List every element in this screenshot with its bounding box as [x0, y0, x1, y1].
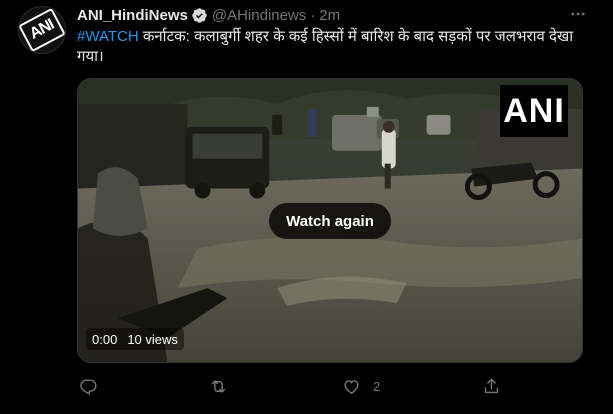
- tweet-body: कर्नाटक: कलाबुर्गी शहर के कई हिस्सों में…: [77, 28, 574, 65]
- display-name[interactable]: ANI_HindiNews: [77, 7, 188, 24]
- view-count: 10 views: [127, 331, 178, 347]
- like-count: 2: [373, 378, 381, 394]
- like-button[interactable]: 2: [342, 374, 380, 398]
- tweet-text: #WATCH कर्नाटक: कलाबुर्गी शहर के कई हिस्…: [77, 27, 592, 67]
- ani-watermark: ANI: [500, 85, 568, 137]
- handle[interactable]: @AHindinews: [212, 7, 306, 24]
- avatar[interactable]: ANI: [18, 6, 66, 54]
- share-button[interactable]: [482, 374, 513, 398]
- separator-dot: ·: [310, 6, 316, 24]
- action-bar: 2: [77, 374, 517, 398]
- hashtag-link[interactable]: #WATCH: [77, 28, 139, 45]
- like-icon: [344, 379, 359, 394]
- reply-icon: [80, 378, 97, 395]
- watch-again-button[interactable]: Watch again: [269, 203, 391, 239]
- tweet-header: ANI_HindiNews @AHindinews · 2m: [77, 6, 340, 24]
- ani-logo: ANI: [19, 7, 65, 53]
- video-player[interactable]: ANI Watch again 0:00 10 views: [77, 78, 583, 363]
- video-duration: 0:00: [92, 331, 118, 347]
- verified-badge-icon: [192, 7, 207, 23]
- share-icon: [484, 378, 499, 393]
- tweet[interactable]: ANI ANI_HindiNews @AHindinews · 2m #WATC…: [0, 0, 613, 414]
- retweet-button[interactable]: [209, 374, 240, 398]
- more-icon[interactable]: [565, 4, 591, 24]
- retweet-icon: [211, 379, 226, 393]
- video-stats: 0:00 10 views: [86, 328, 184, 350]
- timestamp[interactable]: 2m: [319, 7, 340, 24]
- reply-button[interactable]: [79, 374, 110, 398]
